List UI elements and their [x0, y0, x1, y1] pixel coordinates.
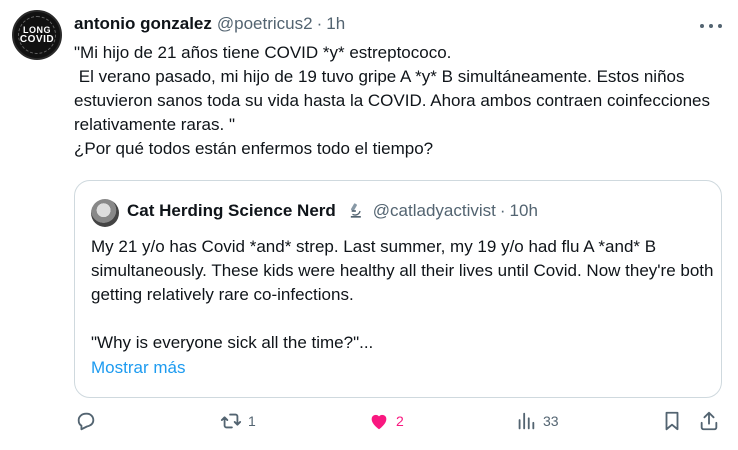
separator-dot: ·	[316, 14, 323, 33]
reply-icon	[77, 412, 95, 431]
more-options-icon[interactable]	[700, 16, 722, 36]
quote-text: My 21 y/o has Covid *and* strep. Last su…	[91, 237, 714, 352]
share-button[interactable]	[698, 410, 720, 432]
reply-button[interactable]	[75, 410, 103, 432]
views-button[interactable]: 33	[515, 410, 559, 432]
tweet-text: "Mi hijo de 21 años tiene COVID *y* estr…	[74, 43, 710, 158]
like-count: 2	[396, 413, 404, 429]
microscope-icon	[345, 201, 365, 221]
bookmark-button[interactable]	[661, 410, 683, 432]
retweet-count: 1	[248, 413, 256, 429]
quote-separator-dot: ·	[499, 201, 506, 220]
more-dot	[718, 24, 722, 28]
retweet-icon	[220, 413, 242, 429]
author-avatar[interactable]: LONG COVID	[12, 10, 62, 60]
avatar-text-line2: COVID	[19, 34, 55, 45]
like-button[interactable]: 2	[368, 410, 404, 432]
author-name[interactable]: antonio gonzalez	[74, 14, 212, 34]
tweet-time[interactable]: 1h	[326, 14, 345, 34]
more-dot	[709, 24, 713, 28]
quote-author-name: Cat Herding Science Nerd	[127, 201, 336, 220]
quoted-tweet[interactable]: Cat Herding Science Nerd @catladyactivis…	[74, 180, 722, 398]
tweet-header: antonio gonzalez @poetricus2 · 1h	[74, 14, 345, 36]
quote-author-handle: @catladyactivist	[372, 201, 496, 220]
bookmark-icon	[665, 411, 679, 431]
heart-icon	[371, 414, 387, 430]
action-bar: 1 2 33	[0, 410, 738, 440]
quote-header: Cat Herding Science Nerd @catladyactivis…	[127, 201, 538, 221]
quote-time: 10h	[509, 201, 538, 220]
share-icon	[700, 411, 718, 431]
quote-author-avatar	[91, 199, 119, 227]
more-dot	[700, 24, 704, 28]
views-count: 33	[543, 413, 559, 429]
retweet-button[interactable]: 1	[220, 410, 256, 432]
author-handle[interactable]: @poetricus2	[217, 14, 313, 34]
show-more-link[interactable]: Mostrar más	[91, 358, 185, 378]
views-chart-icon	[518, 412, 535, 430]
